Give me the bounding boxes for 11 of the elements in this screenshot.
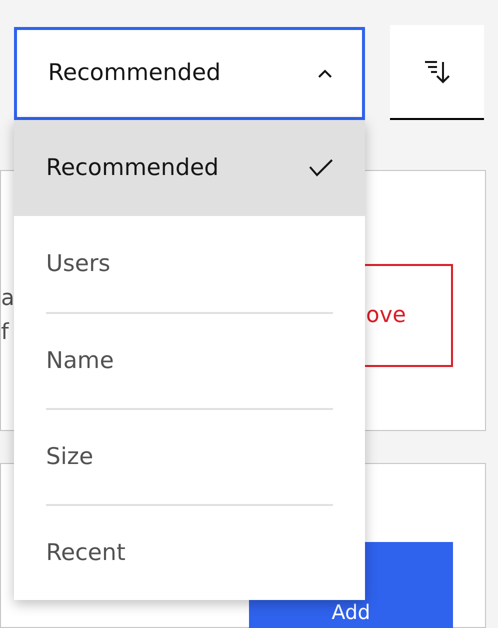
card-text: a: [1, 284, 14, 312]
menu-option[interactable]: Recent: [14, 504, 365, 600]
card-text: f: [1, 318, 10, 346]
checkmark-icon: [309, 159, 333, 177]
sort-order-button[interactable]: [390, 25, 484, 120]
menu-option[interactable]: Name: [14, 312, 365, 408]
sort-descending-icon: [424, 58, 450, 84]
menu-option[interactable]: Users: [14, 216, 365, 312]
menu-option[interactable]: Size: [14, 408, 365, 504]
menu-option[interactable]: Recommended: [14, 120, 365, 216]
sort-dropdown[interactable]: Recommended: [14, 27, 365, 120]
